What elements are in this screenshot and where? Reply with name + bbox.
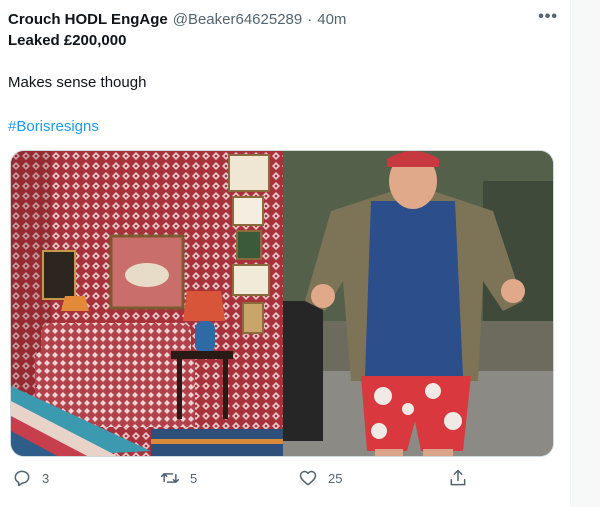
- share-icon: [448, 468, 468, 488]
- more-horizontal-icon[interactable]: •••: [538, 8, 558, 26]
- tweet-text-line-1: Leaked £200,000: [8, 32, 127, 49]
- page-scrollbar-strip: [570, 0, 600, 507]
- like-button[interactable]: 25: [298, 468, 342, 488]
- reply-button[interactable]: 3: [12, 468, 49, 488]
- like-count: 25: [328, 470, 343, 486]
- tweet-card[interactable]: Crouch HODL EngAge @Beaker64625289 · 40m…: [0, 0, 570, 507]
- retweet-count: 5: [190, 470, 198, 486]
- reply-icon: [12, 468, 32, 488]
- tweet-media[interactable]: [10, 150, 554, 457]
- retweet-button[interactable]: 5: [160, 468, 197, 488]
- author-handle[interactable]: @Beaker64625289: [173, 11, 303, 28]
- author-name[interactable]: Crouch HODL EngAge: [8, 11, 168, 28]
- tweet-actions: 3 5 25: [0, 468, 570, 498]
- hashtag-link[interactable]: #Borisresigns: [8, 118, 99, 135]
- share-button[interactable]: [448, 468, 468, 488]
- media-image-room[interactable]: [11, 151, 283, 456]
- reply-count: 3: [42, 470, 50, 486]
- media-image-jogger[interactable]: [283, 151, 553, 456]
- tweet-time[interactable]: 40m: [317, 11, 346, 28]
- tweet-text-line-2: Makes sense though: [8, 74, 147, 91]
- heart-icon: [298, 468, 318, 488]
- dot-separator: ·: [307, 10, 313, 28]
- tweet-header: Crouch HODL EngAge @Beaker64625289 · 40m…: [8, 8, 558, 30]
- retweet-icon: [160, 468, 180, 488]
